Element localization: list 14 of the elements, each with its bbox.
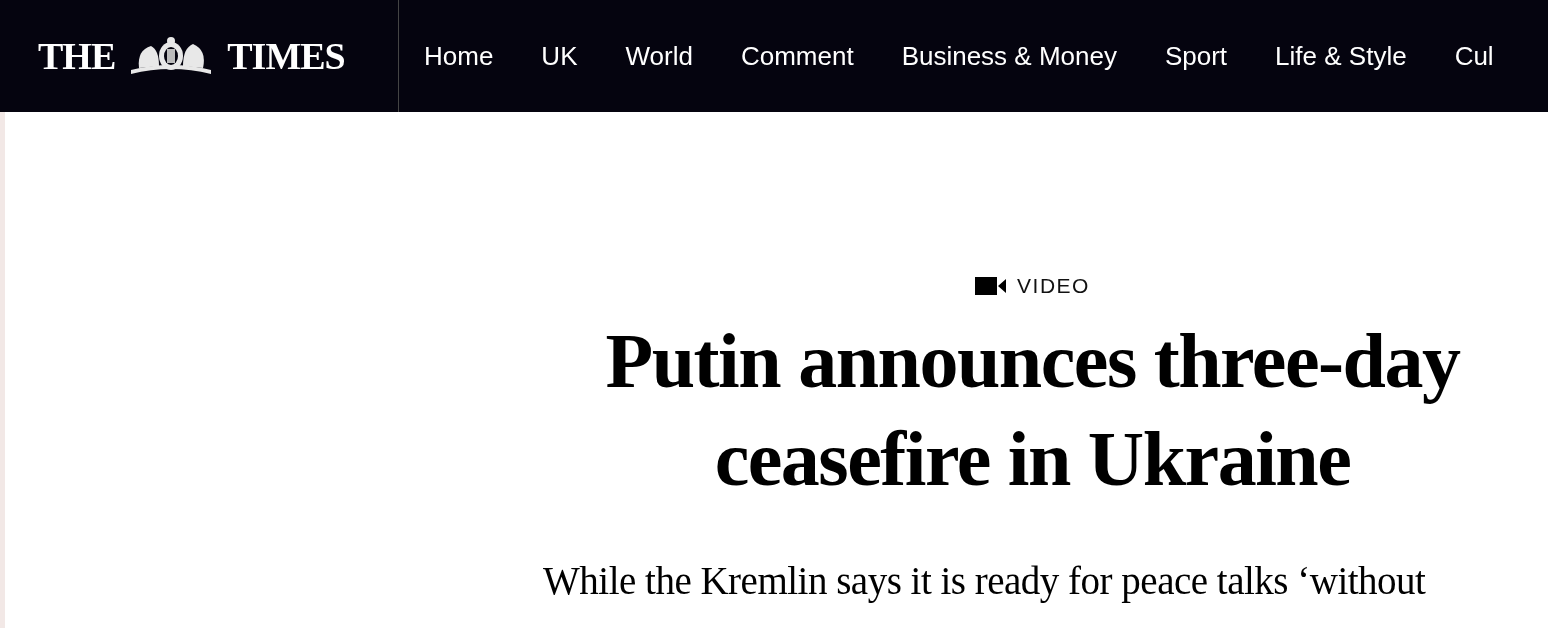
nav-link[interactable]: Sport xyxy=(1164,40,1228,72)
nav-link[interactable]: UK xyxy=(541,40,578,72)
section-label: VIDEO xyxy=(1017,274,1090,298)
nav-link[interactable]: Cul xyxy=(1454,40,1494,72)
video-camera-icon xyxy=(975,277,1007,295)
headline: Putin announces three-day ceasefire in Ukraine xyxy=(604,316,1461,504)
logo-text: THE xyxy=(38,37,116,75)
nav-link[interactable]: Business & Money xyxy=(901,40,1117,72)
nav-link[interactable]: World xyxy=(625,40,693,72)
nav-link[interactable]: Life & Style xyxy=(1275,40,1407,72)
logo-text: TIMES xyxy=(227,37,345,75)
standfirst: While the Kremlin says it is ready for peace talks ‘without xyxy=(542,558,1426,603)
nav-link[interactable]: Comment xyxy=(740,40,854,72)
nav-link[interactable]: Home xyxy=(424,40,494,72)
